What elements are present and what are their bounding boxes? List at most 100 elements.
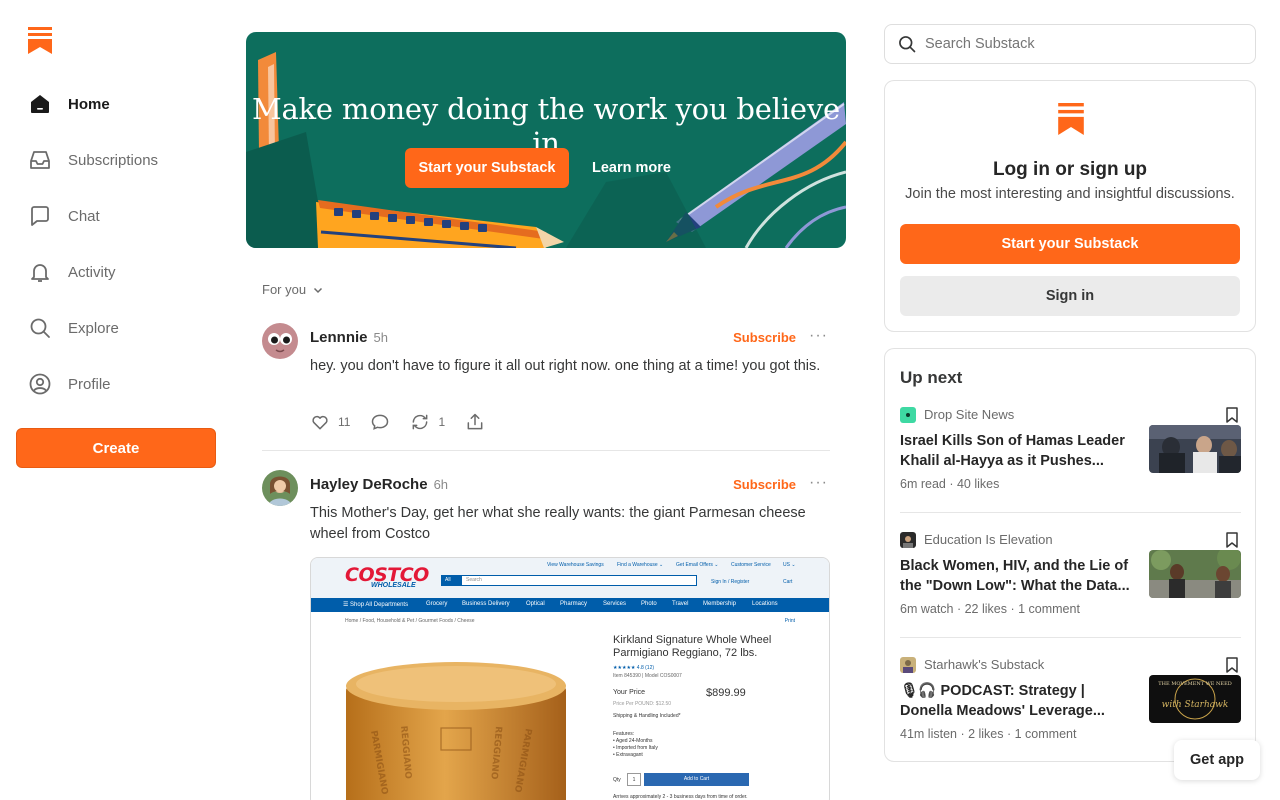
heart-icon [312,415,328,430]
banner-start-substack-button[interactable]: Start your Substack [405,148,569,188]
nav-item-home[interactable]: Home [28,90,218,118]
feed-post: Hayley DeRoche 6h Subscribe ··· This Moth… [262,470,830,550]
costco-rating: ★★★★★ 4.8 (12) [613,665,655,671]
post-meta: 41m listen · 2 likes · 1 comment [900,727,1077,741]
publication-name: Drop Site News [924,407,1015,422]
post-title[interactable]: 🎙🎧 PODCAST: Strategy | Donella Meadows' … [900,681,1134,721]
nav-item-label: Home [68,95,110,113]
nav-item-subscriptions[interactable]: Subscriptions [28,146,218,174]
nav-item-activity[interactable]: Activity [28,258,218,286]
nav-item-chat[interactable]: Chat [28,202,218,230]
publication-name: Starhawk's Substack [924,657,1045,672]
nav-item-explore[interactable]: Explore [28,314,218,342]
costco-top-link: US ⌄ [783,562,796,568]
get-app-button[interactable]: Get app [1174,740,1260,780]
like-button[interactable]: 11 [310,412,350,432]
publication-name: Education Is Elevation [924,532,1053,547]
chat-bubble-icon [28,204,52,228]
feed-filter-dropdown[interactable]: For you [262,282,324,297]
avatar[interactable] [262,323,298,359]
costco-your-price-label: Your Price [613,689,646,696]
costco-nav-item: Pharmacy [560,601,588,607]
subscribe-button[interactable]: Subscribe [733,477,796,492]
home-icon [28,92,52,116]
costco-top-link: Get Email Offers ⌄ [676,562,719,568]
post-thumbnail: THE MOVEMENT WE NEED with Starhawk [1149,675,1241,723]
nav-item-label: Subscriptions [68,151,159,169]
post-time: 6h [433,477,449,492]
search-bar[interactable] [884,24,1256,64]
costco-features: Features: • Aged 24-Months • Imported fr… [613,731,658,758]
inbox-icon [28,148,52,172]
banner-learn-more-link[interactable]: Learn more [592,148,671,188]
headphones-icon: 🎧 [918,683,937,699]
costco-top-link: View Warehouse Savings [547,562,604,568]
post-actions: 11 1 [310,412,505,432]
costco-search-all: All [442,576,462,585]
nav-item-label: Explore [68,319,119,337]
substack-logo [1058,103,1084,135]
post-author[interactable]: Hayley DeRoche 6h [310,476,448,493]
more-options-icon[interactable]: ··· [809,327,828,345]
more-options-icon[interactable]: ··· [809,474,828,492]
post-body: This Mother's Day, get her what she real… [310,505,806,542]
share-icon [467,413,483,430]
up-next-divider [900,512,1241,513]
costco-logo-sub: WHOLESALE [371,582,416,589]
post-divider [262,450,830,451]
microphone-icon: 🎙 [900,683,919,699]
publication-icon [900,407,916,423]
bookmark-icon[interactable] [1225,407,1239,423]
bookmark-icon[interactable] [1225,657,1239,673]
costco-item-number: Item 845390 | Model COS0007 [613,673,682,679]
promo-banner: Make money doing the work you believe in… [246,32,846,248]
costco-qty-input: 1 [627,773,641,786]
sign-in-button[interactable]: Sign in [900,276,1240,316]
subscribe-button[interactable]: Subscribe [733,330,796,345]
costco-nav-item: Grocery [426,601,448,607]
post-meta: 6m read · 40 likes [900,477,1000,491]
author-name[interactable]: Lennnie [310,329,368,346]
login-subtitle: Join the most interesting and insightful… [905,186,1235,202]
avatar[interactable] [262,470,298,506]
author-name[interactable]: Hayley DeRoche [310,476,428,493]
costco-nav-item: ☰ Shop All Departments [343,602,409,608]
up-next-item[interactable]: Education Is Elevation Black Women, HIV,… [900,532,1241,622]
feed-post: Lennnie 5h Subscribe ··· hey. you don't h… [262,323,830,443]
chevron-down-icon [314,287,323,293]
bookmark-icon[interactable] [1225,532,1239,548]
search-input[interactable] [925,36,1225,52]
create-button[interactable]: Create [16,428,216,468]
costco-arrival: Arrives approximately 2 - 3 business day… [613,794,748,800]
nav-item-label: Profile [68,375,111,393]
restack-button[interactable]: 1 [410,412,445,432]
substack-logo[interactable] [28,27,52,54]
cheese-wheel-image: PARMIGIANO REGGIANO REGGIANO PARMIGIANO [346,662,566,800]
thumbnail-caption: THE MOVEMENT WE NEED [1158,681,1231,687]
costco-top-link: Find a Warehouse ⌄ [617,562,664,568]
costco-sign-in: Sign In / Register [711,579,750,585]
post-image-costco-screenshot[interactable]: COSTCO WHOLESALE View Warehouse Savings … [310,557,830,800]
costco-price: $899.99 [706,687,746,699]
publication-icon [900,657,916,673]
costco-nav-item: Membership [703,601,737,607]
up-next-item[interactable]: Starhawk's Substack 🎙🎧 PODCAST: Strategy… [900,657,1241,747]
costco-nav-item: Travel [672,601,689,607]
nav-item-profile[interactable]: Profile [28,370,218,398]
like-count: 11 [338,415,351,429]
comment-button[interactable] [370,412,390,432]
post-title[interactable]: Israel Kills Son of Hamas Leader Khalil … [900,431,1134,471]
up-next-card: Up next Drop Site News Israel Kills Son … [884,348,1256,762]
bell-icon [28,260,52,284]
up-next-item[interactable]: Drop Site News Israel Kills Son of Hamas… [900,407,1241,497]
start-substack-button[interactable]: Start your Substack [900,224,1240,264]
share-button[interactable] [465,412,485,432]
publication-icon [900,532,916,548]
costco-qty-label: Qty [613,777,621,783]
user-circle-icon [28,372,52,396]
thumbnail-script: with Starhawk [1162,700,1229,710]
post-author[interactable]: Lennnie 5h [310,329,388,346]
post-title[interactable]: Black Women, HIV, and the Lie of the "Do… [900,556,1134,596]
costco-nav-item: Services [603,601,627,607]
costco-search: All Search [441,575,697,586]
